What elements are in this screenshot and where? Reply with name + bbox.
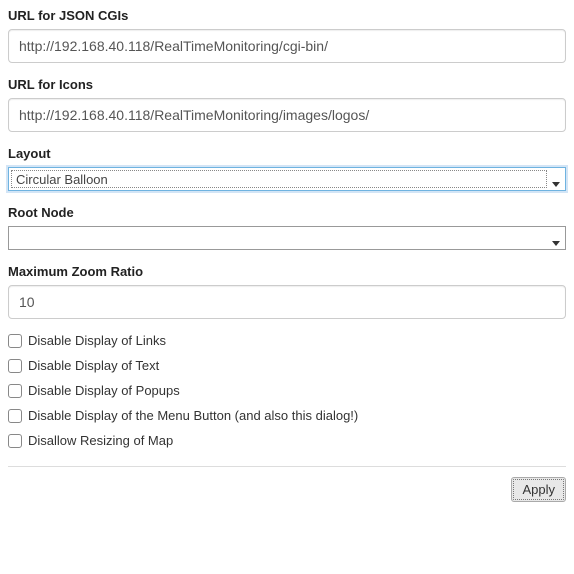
checkbox-label: Disallow Resizing of Map — [28, 433, 173, 448]
checkbox-row-disable-links[interactable]: Disable Display of Links — [8, 333, 566, 348]
chevron-down-icon — [549, 227, 563, 249]
checkbox-row-disallow-resize[interactable]: Disallow Resizing of Map — [8, 433, 566, 448]
checkbox-icon — [8, 409, 22, 423]
checkbox-label: Disable Display of Links — [28, 333, 166, 348]
apply-button[interactable]: Apply — [511, 477, 566, 502]
checkbox-row-disable-menu[interactable]: Disable Display of the Menu Button (and … — [8, 408, 566, 423]
label-zoom: Maximum Zoom Ratio — [8, 264, 566, 279]
checkbox-label: Disable Display of Popups — [28, 383, 180, 398]
input-json-cgis[interactable] — [8, 29, 566, 63]
checkbox-label: Disable Display of the Menu Button (and … — [28, 408, 358, 423]
select-root-node-value — [11, 229, 547, 247]
checkbox-icon — [8, 434, 22, 448]
label-layout: Layout — [8, 146, 566, 161]
divider — [8, 466, 566, 467]
checkbox-row-disable-popups[interactable]: Disable Display of Popups — [8, 383, 566, 398]
label-root-node: Root Node — [8, 205, 566, 220]
select-layout[interactable]: Circular Balloon — [8, 167, 566, 191]
label-icons: URL for Icons — [8, 77, 566, 92]
checkbox-row-disable-text[interactable]: Disable Display of Text — [8, 358, 566, 373]
input-icons[interactable] — [8, 98, 566, 132]
select-layout-value: Circular Balloon — [11, 170, 547, 188]
label-json-cgis: URL for JSON CGIs — [8, 8, 566, 23]
checkbox-icon — [8, 359, 22, 373]
input-zoom[interactable] — [8, 285, 566, 319]
select-root-node[interactable] — [8, 226, 566, 250]
checkbox-icon — [8, 384, 22, 398]
checkbox-label: Disable Display of Text — [28, 358, 159, 373]
chevron-down-icon — [549, 168, 563, 190]
checkbox-icon — [8, 334, 22, 348]
